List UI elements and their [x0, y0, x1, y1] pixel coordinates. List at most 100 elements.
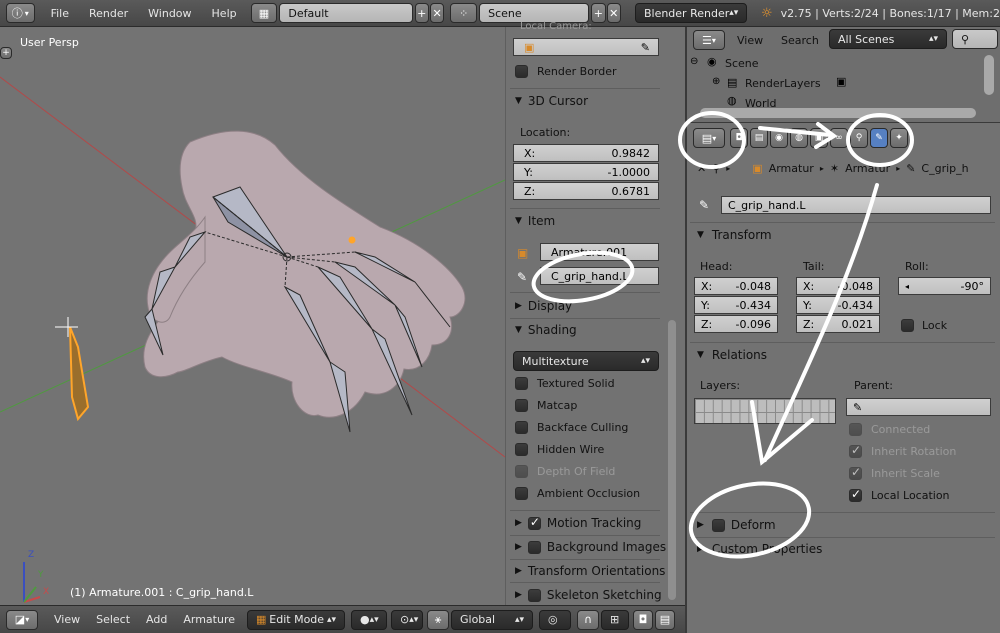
- tail-x-field[interactable]: X: -0.048: [796, 277, 880, 295]
- lock-checkbox[interactable]: [901, 319, 914, 332]
- head-x-field[interactable]: X: -0.048: [694, 277, 778, 295]
- shading-panel-header[interactable]: ▼ Shading: [515, 320, 577, 340]
- menu-window[interactable]: Window: [138, 7, 201, 20]
- viewport-shading-select[interactable]: ● ▴▾: [351, 609, 387, 630]
- menu-add[interactable]: Add: [138, 613, 175, 626]
- outliner-filter-select[interactable]: All Scenes ▴▾: [829, 29, 947, 49]
- eyedropper-icon[interactable]: ✎: [641, 41, 650, 54]
- local-camera-field[interactable]: ▣ ✎: [513, 38, 659, 56]
- custom-properties-header[interactable]: ▶ Custom Properties: [697, 539, 822, 559]
- hidden-wire-checkbox[interactable]: [515, 443, 528, 456]
- transform-panel-header[interactable]: ▼ Transform: [697, 225, 772, 245]
- tab-constraints[interactable]: ∞: [830, 128, 848, 148]
- render-animation-button[interactable]: ▤: [655, 609, 675, 630]
- head-y-field[interactable]: Y: -0.434: [694, 296, 778, 314]
- tab-data[interactable]: ⚲: [850, 128, 868, 148]
- tab-object[interactable]: ▣: [810, 128, 828, 148]
- outliner-scene[interactable]: Scene: [725, 57, 759, 70]
- tail-y-field[interactable]: Y: -0.434: [796, 296, 880, 314]
- cursor-panel-header[interactable]: ▼ 3D Cursor: [515, 91, 588, 111]
- relations-panel-header[interactable]: ▼ Relations: [697, 345, 767, 365]
- skeleton-sketching-header[interactable]: ▶ Skeleton Sketching: [515, 585, 662, 605]
- tab-render[interactable]: ◘: [730, 128, 748, 148]
- render-border-checkbox[interactable]: [515, 65, 528, 78]
- cursor-y-field[interactable]: Y: -1.0000: [513, 163, 659, 181]
- add-scene-button[interactable]: +: [591, 3, 606, 23]
- properties-editor-type-button[interactable]: ▤ ▾: [693, 128, 725, 148]
- motion-tracking-checkbox[interactable]: [527, 515, 541, 530]
- pivot-point-select[interactable]: ⊙ ▴▾: [391, 609, 423, 630]
- screen-layout-button[interactable]: ▦: [250, 3, 278, 23]
- breadcrumb-object[interactable]: Armatur: [769, 162, 814, 175]
- tab-render-layers[interactable]: ▤: [750, 128, 768, 148]
- outliner-editor-type-button[interactable]: ☰ ▾: [693, 30, 725, 50]
- tail-z-field[interactable]: Z: 0.021: [796, 315, 880, 333]
- remove-layout-button[interactable]: ✕: [429, 3, 445, 23]
- 3d-viewport[interactable]: + User Persp Z Y X (1) Armature.001 : C_…: [0, 27, 505, 605]
- scene-selector-button[interactable]: ⁘: [450, 3, 478, 23]
- roll-field[interactable]: ◂ -90°: [898, 277, 991, 295]
- item-bone-field[interactable]: C_grip_hand.L: [540, 267, 659, 285]
- viewport-expand-button[interactable]: +: [0, 47, 12, 59]
- transform-orientations-header[interactable]: ▶ Transform Orientations: [515, 561, 665, 581]
- snap-toggle-button[interactable]: ∩: [577, 609, 599, 630]
- tab-bone-constraints[interactable]: ✦: [890, 128, 908, 148]
- connected-checkbox[interactable]: [849, 423, 862, 436]
- menu-help[interactable]: Help: [202, 7, 247, 20]
- textured-solid-checkbox[interactable]: [515, 377, 528, 390]
- chevron-left-icon[interactable]: ◂: [905, 282, 909, 291]
- bone-layers-grid[interactable]: [694, 398, 836, 424]
- breadcrumb-armature[interactable]: Armatur: [845, 162, 890, 175]
- tab-scene[interactable]: ◉: [770, 128, 788, 148]
- outliner-hscrollbar[interactable]: [700, 108, 976, 118]
- ambient-occlusion-checkbox[interactable]: [515, 487, 528, 500]
- outliner-search-input[interactable]: ⚲: [952, 29, 998, 49]
- render-still-button[interactable]: ◘: [633, 609, 653, 630]
- outliner-menu-view[interactable]: View: [737, 34, 763, 47]
- head-z-field[interactable]: Z: -0.096: [694, 315, 778, 333]
- screen-layout-field[interactable]: Default: [279, 3, 413, 23]
- inherit-rotation-checkbox[interactable]: [849, 443, 862, 458]
- motion-tracking-header[interactable]: ▶ Motion Tracking: [515, 513, 641, 533]
- deform-checkbox[interactable]: [711, 518, 725, 532]
- shading-mode-select[interactable]: Multitexture ▴▾: [513, 351, 659, 371]
- outliner-renderlayers[interactable]: RenderLayers: [745, 77, 821, 90]
- interaction-mode-select[interactable]: ▦ Edit Mode ▴▾: [247, 609, 345, 630]
- collapse-icon[interactable]: ⊖: [690, 56, 698, 67]
- skeleton-sketching-checkbox[interactable]: [527, 588, 541, 602]
- parent-field[interactable]: ✎: [846, 398, 991, 416]
- menu-file[interactable]: File: [41, 7, 79, 20]
- background-images-header[interactable]: ▶ Background Images: [515, 537, 666, 557]
- viewport-editor-type-button[interactable]: ◪ ▾: [6, 609, 38, 630]
- inherit-scale-checkbox[interactable]: [849, 465, 862, 480]
- tab-world[interactable]: ◍: [790, 128, 808, 148]
- scene-name-field[interactable]: Scene: [479, 3, 590, 23]
- depth-of-field-checkbox[interactable]: [515, 465, 528, 478]
- breadcrumb-bone[interactable]: C_grip_h: [921, 162, 968, 175]
- menu-select[interactable]: Select: [88, 613, 138, 626]
- menu-armature[interactable]: Armature: [175, 613, 243, 626]
- matcap-checkbox[interactable]: [515, 399, 528, 412]
- bone-name-field[interactable]: C_grip_hand.L: [721, 196, 991, 214]
- pin-icon[interactable]: ✕: [697, 162, 706, 175]
- expand-icon[interactable]: ⊕: [712, 76, 720, 87]
- transform-orientation-select[interactable]: Global ▴▾: [451, 609, 533, 630]
- info-editor-type-button[interactable]: ⓘ ▾: [6, 3, 35, 23]
- deform-panel-header[interactable]: ▶ Deform: [697, 515, 776, 535]
- menu-render[interactable]: Render: [79, 7, 138, 20]
- local-location-checkbox[interactable]: [849, 487, 862, 502]
- cursor-x-field[interactable]: X: 0.9842: [513, 144, 659, 162]
- item-object-field[interactable]: Armature.001: [540, 243, 659, 261]
- remove-scene-button[interactable]: ✕: [606, 3, 621, 23]
- tab-bone[interactable]: ✎: [870, 128, 888, 148]
- item-panel-header[interactable]: ▼ Item: [515, 211, 555, 231]
- outliner-vscrollbar[interactable]: [984, 55, 994, 95]
- outliner-menu-search[interactable]: Search: [781, 34, 819, 47]
- cursor-z-field[interactable]: Z: 0.6781: [513, 182, 659, 200]
- snap-element-select[interactable]: ⊞: [601, 609, 629, 630]
- background-images-checkbox[interactable]: [527, 540, 541, 554]
- add-layout-button[interactable]: +: [414, 3, 429, 23]
- display-panel-header[interactable]: ▶ Display: [515, 296, 572, 316]
- layer-visibility-select[interactable]: ◎: [539, 609, 571, 630]
- menu-view[interactable]: View: [46, 613, 88, 626]
